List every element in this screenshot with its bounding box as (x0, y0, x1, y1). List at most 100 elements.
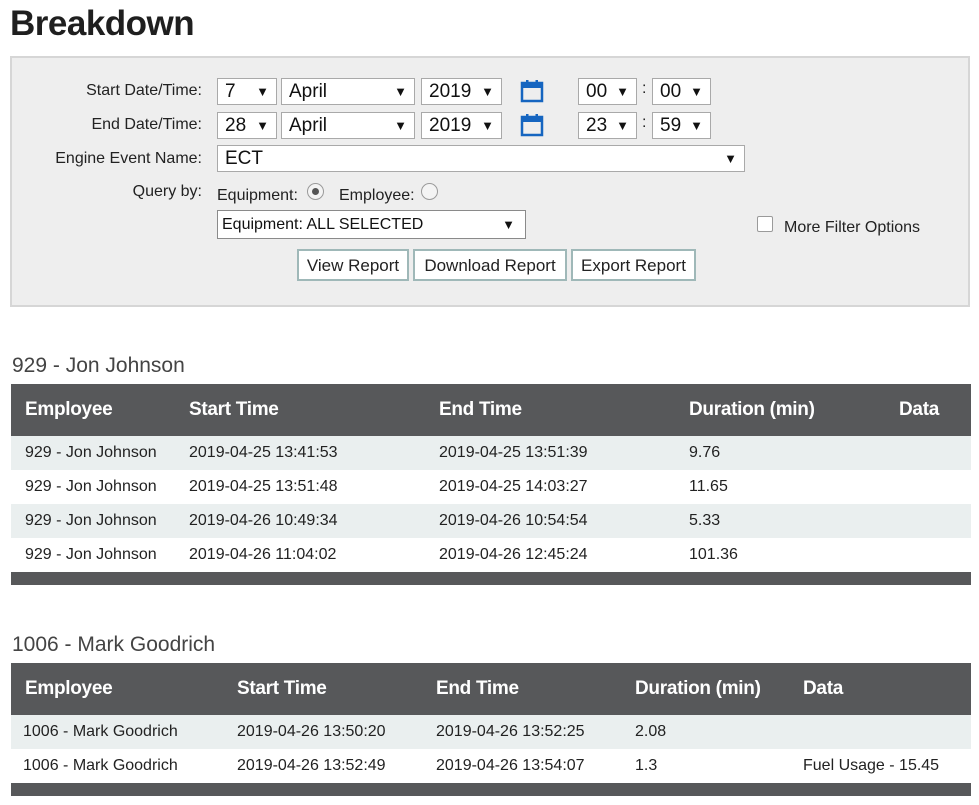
start-datetime-label: Start Date/Time: (86, 82, 202, 99)
cell-start-time: 2019-04-26 13:52:49 (237, 757, 386, 774)
cell-duration: 101.36 (689, 546, 738, 563)
chevron-down-icon: ▼ (724, 151, 737, 166)
end-minute-value: 59 (660, 115, 682, 136)
query-equipment-radio[interactable] (307, 183, 324, 200)
query-employee-radio[interactable] (421, 183, 438, 200)
table-header-row: Employee Start Time End Time Duration (m… (11, 663, 971, 715)
column-header-end-time[interactable]: End Time (425, 384, 675, 436)
chevron-down-icon: ▼ (256, 84, 269, 99)
table-footer-bar (11, 783, 971, 796)
cell-duration: 5.33 (689, 512, 721, 529)
cell-duration: 9.76 (689, 444, 721, 461)
cell-data (885, 504, 971, 538)
chevron-down-icon: ▼ (502, 217, 515, 232)
cell-employee: 929 - Jon Johnson (25, 546, 157, 563)
column-header-employee[interactable]: Employee (11, 384, 175, 436)
column-header-start-time[interactable]: Start Time (175, 384, 425, 436)
chevron-down-icon: ▼ (394, 118, 407, 133)
cell-duration: 11.65 (689, 478, 728, 495)
table-row: 929 - Jon Johnson 2019-04-26 11:04:02 20… (11, 538, 971, 572)
table-row: 929 - Jon Johnson 2019-04-25 13:51:48 20… (11, 470, 971, 504)
column-header-duration[interactable]: Duration (min) (621, 663, 789, 715)
group-title: 929 - Jon Johnson (12, 354, 185, 377)
table-header-row: Employee Start Time End Time Duration (m… (11, 384, 971, 436)
column-header-employee[interactable]: Employee (11, 663, 223, 715)
end-day-value: 28 (225, 115, 247, 136)
chevron-down-icon: ▼ (481, 84, 494, 99)
export-report-button[interactable]: Export Report (571, 249, 696, 281)
cell-start-time: 2019-04-25 13:41:53 (189, 444, 338, 461)
cell-employee: 929 - Jon Johnson (25, 478, 157, 495)
download-report-button[interactable]: Download Report (413, 249, 567, 281)
equipment-select-value: Equipment: ALL SELECTED (222, 216, 424, 233)
cell-duration: 1.3 (635, 757, 658, 774)
end-datetime-label: End Date/Time: (91, 116, 202, 133)
start-minute-select[interactable]: 00 ▼ (652, 78, 711, 105)
cell-data (885, 470, 971, 504)
column-header-duration[interactable]: Duration (min) (675, 384, 885, 436)
cell-data (789, 715, 971, 749)
end-hour-value: 23 (586, 115, 608, 136)
cell-data (885, 538, 971, 572)
cell-end-time: 2019-04-25 13:51:39 (439, 444, 588, 461)
cell-end-time: 2019-04-26 10:54:54 (439, 512, 588, 529)
chevron-down-icon: ▼ (394, 84, 407, 99)
calendar-icon[interactable] (520, 113, 544, 137)
column-header-start-time[interactable]: Start Time (223, 663, 422, 715)
column-header-data[interactable]: Data (789, 663, 971, 715)
end-day-select[interactable]: 28 ▼ (217, 112, 277, 139)
cell-end-time: 2019-04-25 14:03:27 (439, 478, 588, 495)
chevron-down-icon: ▼ (256, 118, 269, 133)
calendar-icon[interactable] (520, 79, 544, 103)
time-colon: : (642, 80, 647, 97)
view-report-button[interactable]: View Report (297, 249, 409, 281)
engine-event-value: ECT (225, 148, 263, 169)
table-row: 1006 - Mark Goodrich 2019-04-26 13:52:49… (11, 749, 971, 783)
equipment-select[interactable]: Equipment: ALL SELECTED ▼ (217, 210, 526, 239)
start-year-select[interactable]: 2019 ▼ (421, 78, 502, 105)
end-minute-select[interactable]: 59 ▼ (652, 112, 711, 139)
cell-employee: 1006 - Mark Goodrich (23, 723, 178, 740)
cell-end-time: 2019-04-26 12:45:24 (439, 546, 588, 563)
chevron-down-icon: ▼ (616, 118, 629, 133)
start-year-value: 2019 (429, 81, 472, 102)
engine-event-select[interactable]: ECT ▼ (217, 145, 745, 172)
table-row: 929 - Jon Johnson 2019-04-25 13:41:53 20… (11, 436, 971, 470)
end-year-value: 2019 (429, 115, 472, 136)
time-colon: : (642, 114, 647, 131)
start-month-value: April (289, 81, 328, 102)
cell-start-time: 2019-04-25 13:51:48 (189, 478, 338, 495)
chevron-down-icon: ▼ (481, 118, 494, 133)
table-row: 929 - Jon Johnson 2019-04-26 10:49:34 20… (11, 504, 971, 538)
start-month-select[interactable]: April ▼ (281, 78, 415, 105)
cell-start-time: 2019-04-26 13:50:20 (237, 723, 386, 740)
query-employee-label: Employee: (339, 187, 415, 204)
end-hour-select[interactable]: 23 ▼ (578, 112, 637, 139)
chevron-down-icon: ▼ (690, 118, 703, 133)
end-month-select[interactable]: April ▼ (281, 112, 415, 139)
chevron-down-icon: ▼ (616, 84, 629, 99)
column-header-data[interactable]: Data (885, 384, 971, 436)
cell-data: Fuel Usage - 15.45 (803, 757, 940, 774)
column-header-end-time[interactable]: End Time (422, 663, 621, 715)
report-table: Employee Start Time End Time Duration (m… (11, 663, 971, 796)
start-minute-value: 00 (660, 81, 682, 102)
start-day-select[interactable]: 7 ▼ (217, 78, 277, 105)
start-hour-value: 00 (586, 81, 608, 102)
engine-event-label: Engine Event Name: (55, 150, 202, 167)
cell-start-time: 2019-04-26 10:49:34 (189, 512, 338, 529)
report-table: Employee Start Time End Time Duration (m… (11, 384, 971, 585)
query-by-label: Query by: (132, 183, 202, 200)
cell-start-time: 2019-04-26 11:04:02 (189, 546, 337, 563)
end-month-value: April (289, 115, 328, 136)
cell-employee: 929 - Jon Johnson (25, 512, 157, 529)
cell-employee: 1006 - Mark Goodrich (23, 757, 178, 774)
start-hour-select[interactable]: 00 ▼ (578, 78, 637, 105)
page-title: Breakdown (10, 4, 195, 43)
group-title: 1006 - Mark Goodrich (12, 633, 216, 656)
more-filter-label: More Filter Options (784, 219, 921, 236)
cell-employee: 929 - Jon Johnson (25, 444, 157, 461)
more-filter-checkbox[interactable] (757, 216, 773, 232)
table-footer-bar (11, 572, 971, 585)
end-year-select[interactable]: 2019 ▼ (421, 112, 502, 139)
